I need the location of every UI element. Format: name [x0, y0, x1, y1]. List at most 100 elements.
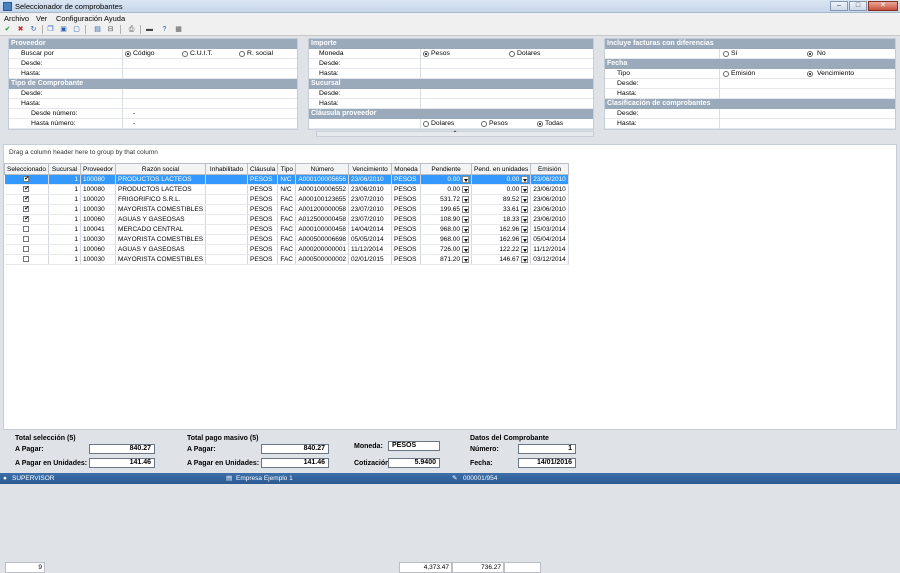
radio-clausula-dolares[interactable]	[423, 121, 429, 127]
maximize-button[interactable]: □	[849, 1, 867, 11]
cell-numero[interactable]: A000100006552	[295, 184, 350, 195]
cell-pend-unidades[interactable]: 33.61	[471, 204, 532, 215]
table-row[interactable]: 1100020FRIGORIFICO S.R.L.PESOSFACA000100…	[4, 194, 569, 205]
cell-numero[interactable]: A012500000458	[295, 214, 350, 225]
cell-sucursal[interactable]: 1	[48, 204, 82, 215]
cell-inhabilitado[interactable]	[205, 204, 249, 215]
radio-vencimiento[interactable]	[807, 71, 813, 77]
col-razon-social[interactable]: Razón social	[115, 163, 207, 175]
cell-proveedor[interactable]: 100030	[80, 204, 117, 215]
cell-razon-social[interactable]: PRODUCTOS LACTEOS	[115, 174, 207, 185]
table-row[interactable]: 1 100060 AGUAS Y GASEOSAS PESOS FAC A00020000…	[4, 244, 569, 255]
cell-emision[interactable]: 15/03/2014	[530, 224, 569, 235]
hasta-numero-row[interactable]: Hasta número: -	[9, 119, 297, 129]
col-vencimiento[interactable]: Vencimiento	[348, 163, 393, 175]
cell-sucursal[interactable]: 1	[48, 224, 82, 235]
lock-icon[interactable]: ⊟	[106, 25, 115, 34]
cell-pend-unidades[interactable]: 162.96	[471, 224, 532, 235]
accept-icon[interactable]: ✔	[3, 25, 12, 34]
dropdown-arrow-icon[interactable]	[521, 195, 529, 203]
cell-razon-social[interactable]: AGUAS Y GASEOSAS	[115, 244, 207, 255]
cell-inhabilitado[interactable]	[205, 224, 249, 235]
tipo-hasta-row[interactable]: Hasta:	[9, 99, 297, 109]
cell-numero[interactable]: A000500000002	[295, 254, 350, 265]
cell-pendiente[interactable]: 968.00	[420, 224, 473, 235]
cell-tipo[interactable]: N/C	[277, 184, 297, 195]
cell-inhabilitado[interactable]	[205, 184, 249, 195]
cell-pend-unidades[interactable]: 122.22	[471, 244, 532, 255]
cell-pendiente[interactable]: 199.65	[420, 204, 473, 215]
cell-seleccionado[interactable]	[4, 234, 50, 245]
cell-pend-unidades[interactable]: 0.00	[471, 184, 532, 195]
dropdown-arrow-icon[interactable]	[462, 195, 470, 203]
cell-seleccionado[interactable]	[4, 244, 50, 255]
fecha-hasta-row[interactable]: Hasta:	[605, 89, 895, 99]
col-emision[interactable]: Emisión	[530, 163, 569, 175]
table-row[interactable]: 1 100041 MERCADO CENTRAL PESOS FAC A000100000…	[4, 224, 569, 235]
cell-emision[interactable]: 23/06/2010	[530, 184, 569, 195]
cell-pendiente[interactable]: 0.00	[420, 174, 473, 185]
cell-proveedor[interactable]: 100041	[80, 224, 117, 235]
col-pend-unidades[interactable]: Pend. en unidades	[471, 163, 532, 175]
radio-codigo[interactable]	[125, 51, 131, 57]
cell-inhabilitado[interactable]	[205, 234, 249, 245]
cell-numero[interactable]: A001200000058	[295, 204, 350, 215]
select-checkbox[interactable]	[23, 175, 29, 183]
collapse-filters-splitter[interactable]: ⌃	[316, 131, 594, 137]
cell-vencimiento[interactable]: 23/07/2010	[348, 194, 393, 205]
table-row[interactable]: 1100030MAYORISTA COMESTIBLESPESOSFACA001…	[4, 204, 569, 215]
cell-proveedor[interactable]: 100020	[80, 194, 117, 205]
col-seleccionado[interactable]: Seleccionado	[3, 163, 50, 175]
minimize-button[interactable]: –	[830, 1, 848, 11]
cell-seleccionado[interactable]	[4, 204, 50, 215]
cell-emision[interactable]: 05/04/2014	[530, 234, 569, 245]
sucursal-desde-row[interactable]: Desde:	[309, 89, 593, 99]
cancel-icon[interactable]: ✖	[16, 25, 25, 34]
dropdown-arrow-icon[interactable]	[462, 215, 470, 223]
calculator-icon[interactable]: ▦	[174, 25, 183, 34]
cell-seleccionado[interactable]	[4, 184, 50, 195]
dropdown-arrow-icon[interactable]	[521, 225, 529, 233]
cell-tipo[interactable]: FAC	[277, 204, 297, 215]
cell-moneda[interactable]: PESOS	[391, 254, 422, 265]
select-checkbox[interactable]	[23, 226, 30, 233]
cell-clausula[interactable]: PESOS	[247, 174, 279, 185]
cell-emision[interactable]: 23/06/2010	[530, 204, 569, 215]
radio-emision[interactable]	[723, 71, 729, 77]
menu-ayuda[interactable]: Ayuda	[104, 14, 125, 23]
cell-razon-social[interactable]: MAYORISTA COMESTIBLES	[115, 254, 207, 265]
print-icon[interactable]: ⎙	[127, 25, 136, 34]
select-checkbox[interactable]	[23, 205, 29, 213]
cell-sucursal[interactable]: 1	[48, 254, 82, 265]
cell-moneda[interactable]: PESOS	[391, 184, 422, 195]
keyboard-icon[interactable]: ▬	[145, 25, 154, 34]
cell-moneda[interactable]: PESOS	[391, 174, 422, 185]
cell-inhabilitado[interactable]	[205, 244, 249, 255]
cell-seleccionado[interactable]	[4, 174, 50, 185]
dropdown-arrow-icon[interactable]	[462, 225, 470, 233]
cell-proveedor[interactable]: 100030	[80, 254, 117, 265]
cell-vencimiento[interactable]: 23/07/2010	[348, 204, 393, 215]
cell-pend-unidades[interactable]: 89.52	[471, 194, 532, 205]
cell-pendiente[interactable]: 0.00	[420, 184, 473, 195]
cell-tipo[interactable]: FAC	[277, 254, 297, 265]
cell-sucursal[interactable]: 1	[48, 174, 82, 185]
cell-pendiente[interactable]: 726.00	[420, 244, 473, 255]
cell-sucursal[interactable]: 1	[48, 184, 82, 195]
dropdown-arrow-icon[interactable]	[462, 235, 470, 243]
cell-vencimiento[interactable]: 02/01/2015	[348, 254, 393, 265]
cell-pend-unidades[interactable]: 18.33	[471, 214, 532, 225]
cell-clausula[interactable]: PESOS	[247, 254, 279, 265]
radio-no[interactable]	[807, 51, 813, 57]
cell-pendiente[interactable]: 871.20	[420, 254, 473, 265]
importe-hasta-row[interactable]: Hasta:	[309, 69, 593, 79]
dropdown-arrow-icon[interactable]	[521, 185, 529, 193]
cell-clausula[interactable]: PESOS	[247, 194, 279, 205]
radio-cuit[interactable]	[182, 51, 188, 57]
menu-archivo[interactable]: Archivo	[4, 14, 29, 23]
table-row[interactable]: 1 100030 MAYORISTA COMESTIBLES PESOS FAC A000…	[4, 254, 569, 265]
cell-pend-unidades[interactable]: 0.00	[471, 174, 532, 185]
copy-icon[interactable]: ❐	[46, 25, 55, 34]
importe-desde-row[interactable]: Desde:	[309, 59, 593, 69]
dropdown-arrow-icon[interactable]	[521, 255, 529, 263]
